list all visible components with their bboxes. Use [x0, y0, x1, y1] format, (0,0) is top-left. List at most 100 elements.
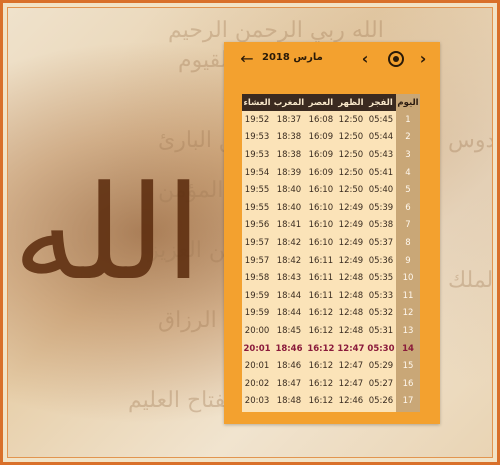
cell-maghrib: 18:40	[276, 202, 302, 213]
cell-fajr: 05:45	[368, 114, 394, 125]
cell-dhuhr: 12:46	[338, 396, 364, 407]
cell-day: 9	[396, 251, 420, 270]
col-isha: العشاء	[242, 94, 273, 111]
cell-day: 10	[396, 269, 420, 287]
cell-fajr: 05:39	[368, 202, 394, 213]
cell-asr: 16:11	[308, 290, 334, 301]
table-row[interactable]: 20:03 18:48 16:12 12:46 05:26 17	[242, 392, 420, 411]
table-row[interactable]: 20:0418:4816:1312:4605:2518	[242, 410, 420, 412]
cell-fajr: 05:25	[366, 410, 396, 412]
table-row[interactable]: 19:55 18:40 16:10 12:49 05:39 6	[242, 198, 420, 217]
table-row[interactable]: 19:59 18:44 16:12 12:48 05:32 12	[242, 304, 420, 323]
cell-day: 6	[396, 198, 420, 217]
cell-isha: 19:57	[244, 237, 270, 248]
cell-isha: 20:01	[243, 343, 271, 354]
col-dhuhr: الظهر	[335, 94, 366, 111]
cell-maghrib: 18:37	[276, 114, 302, 125]
cell-maghrib: 18:48	[272, 410, 306, 412]
cell-isha: 19:55	[244, 202, 270, 213]
cell-isha: 19:52	[244, 114, 270, 125]
cell-day: 2	[396, 128, 420, 147]
cell-asr: 16:11	[308, 273, 334, 284]
cell-fajr: 05:29	[368, 361, 394, 372]
table-row[interactable]: 19:53 18:38 16:09 12:50 05:43 3	[242, 146, 420, 164]
cell-asr: 16:09	[308, 149, 334, 160]
cell-asr: 16:12	[308, 308, 334, 319]
cell-asr: 16:12	[307, 343, 335, 354]
panel-header: ← مارس 2018 ‹ ›	[224, 42, 440, 76]
cell-dhuhr: 12:47	[338, 361, 364, 372]
cell-dhuhr: 12:48	[338, 325, 364, 336]
cell-maghrib: 18:40	[276, 185, 302, 196]
cell-day: 8	[396, 234, 420, 252]
cell-dhuhr: 12:50	[338, 149, 364, 160]
cell-day: 17	[396, 392, 420, 411]
calligraphy-art: الله	[13, 157, 202, 309]
col-day: اليوم	[396, 94, 420, 111]
cell-asr: 16:09	[308, 132, 334, 143]
table-row[interactable]: 20:00 18:45 16:12 12:48 05:31 13	[242, 322, 420, 340]
cell-day: 14	[396, 339, 420, 358]
cell-isha: 19:53	[244, 149, 270, 160]
cell-day: 18	[396, 410, 420, 412]
cell-dhuhr: 12:48	[338, 273, 364, 284]
cell-dhuhr: 12:49	[338, 237, 364, 248]
cell-day: 5	[396, 181, 420, 199]
arrow-left-icon[interactable]: ←	[238, 50, 256, 68]
table-row[interactable]: 19:52 18:37 16:08 12:50 05:45 1	[242, 111, 420, 129]
cell-day: 1	[396, 111, 420, 129]
cell-fajr: 05:36	[368, 255, 394, 266]
cell-isha: 19:56	[244, 220, 270, 231]
table-row[interactable]: 19:59 18:44 16:11 12:48 05:33 11	[242, 286, 420, 305]
table-row[interactable]: 19:56 18:41 16:10 12:49 05:38 7	[242, 216, 420, 235]
prayer-times-table[interactable]: العشاء المغرب العصر الظهر الفجر اليوم 19…	[242, 94, 420, 412]
cell-fajr: 05:32	[368, 308, 394, 319]
cell-isha: 19:58	[244, 273, 270, 284]
cell-dhuhr: 12:50	[338, 167, 364, 178]
cell-dhuhr: 12:49	[338, 220, 364, 231]
table-row[interactable]: 20:01 18:46 16:12 12:47 05:30 14	[242, 339, 420, 358]
cell-fajr: 05:27	[368, 378, 394, 389]
table-row[interactable]: 19:57 18:42 16:10 12:49 05:37 8	[242, 234, 420, 252]
table-row[interactable]: 20:02 18:47 16:12 12:47 05:27 16	[242, 374, 420, 393]
table-row[interactable]: 19:58 18:43 16:11 12:48 05:35 10	[242, 269, 420, 287]
cell-maghrib: 18:38	[276, 132, 302, 143]
cell-day: 13	[396, 322, 420, 340]
cell-isha: 19:57	[244, 255, 270, 266]
cell-asr: 16:12	[308, 396, 334, 407]
cell-dhuhr: 12:50	[338, 185, 364, 196]
cell-isha: 19:59	[244, 308, 270, 319]
cell-dhuhr: 12:48	[338, 308, 364, 319]
cell-asr: 16:08	[308, 114, 334, 125]
cell-fajr: 05:33	[368, 290, 394, 301]
cell-fajr: 05:30	[367, 343, 395, 354]
table-row[interactable]: 19:55 18:40 16:10 12:50 05:40 5	[242, 181, 420, 199]
cell-isha: 19:53	[244, 132, 270, 143]
cell-fajr: 05:31	[368, 325, 394, 336]
cell-fajr: 05:35	[368, 273, 394, 284]
cell-fajr: 05:37	[368, 237, 394, 248]
cell-asr: 16:10	[308, 237, 334, 248]
cell-maghrib: 18:44	[276, 290, 302, 301]
table-row[interactable]: 19:57 18:42 16:11 12:49 05:36 9	[242, 251, 420, 270]
cell-maghrib: 18:44	[276, 308, 302, 319]
col-maghrib: المغرب	[272, 94, 306, 111]
cell-fajr: 05:40	[368, 185, 394, 196]
cell-day: 11	[396, 286, 420, 305]
cell-maghrib: 18:47	[276, 378, 302, 389]
cell-isha: 20:00	[244, 325, 270, 336]
chevron-left-icon[interactable]: ‹	[356, 50, 374, 68]
table-row[interactable]: 19:54 18:39 16:09 12:50 05:41 4	[242, 163, 420, 182]
target-icon[interactable]	[388, 51, 404, 67]
table-row[interactable]: 19:53 18:38 16:09 12:50 05:44 2	[242, 128, 420, 147]
cell-fajr: 05:26	[368, 396, 394, 407]
cell-day: 4	[396, 163, 420, 182]
chevron-right-icon[interactable]: ›	[414, 50, 432, 68]
cell-dhuhr: 12:50	[338, 132, 364, 143]
cell-isha: 19:54	[244, 167, 270, 178]
cell-fajr: 05:43	[368, 149, 394, 160]
cell-isha: 20:03	[244, 396, 270, 407]
cell-maghrib: 18:42	[276, 237, 302, 248]
cell-day: 12	[396, 304, 420, 323]
table-row[interactable]: 20:01 18:46 16:12 12:47 05:29 15	[242, 357, 420, 375]
